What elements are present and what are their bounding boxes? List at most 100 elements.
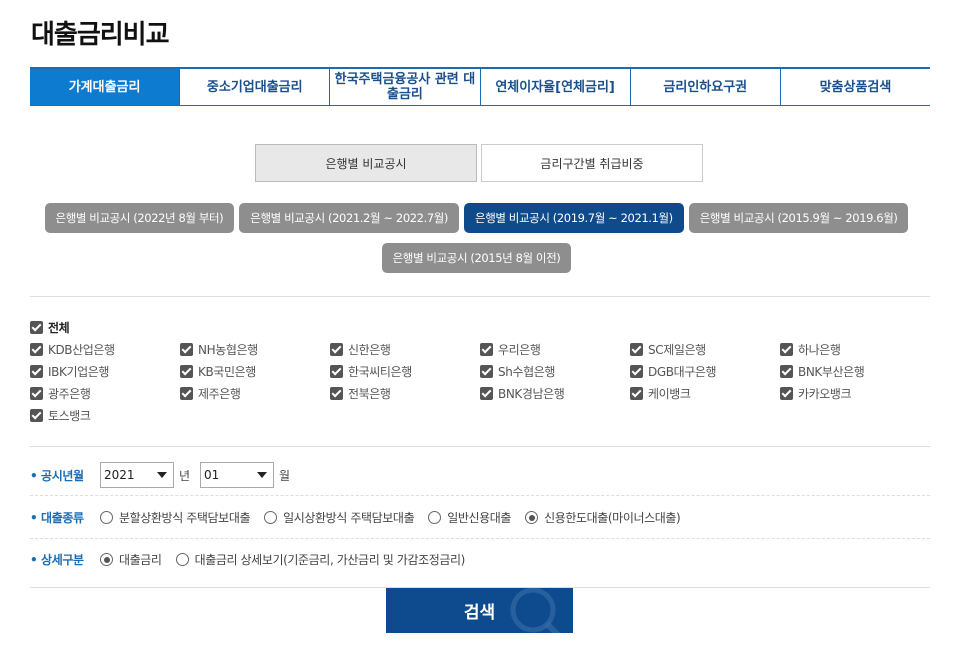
checkbox-checked-icon[interactable] xyxy=(480,343,493,356)
bank-name: 케이뱅크 xyxy=(648,387,691,401)
year-select-value: 2021 xyxy=(104,468,135,482)
checkbox-checked-icon[interactable] xyxy=(780,365,793,378)
chevron-down-icon xyxy=(157,472,167,478)
bank-checkbox[interactable]: 우리은행 xyxy=(480,341,630,358)
tab-overdue-rate[interactable]: 연체이자율[연체금리] xyxy=(479,69,630,105)
checkbox-checked-icon[interactable] xyxy=(780,387,793,400)
period-button[interactable]: 은행별 비교공시 (2015년 8월 이전) xyxy=(381,243,572,273)
checkbox-checked-icon[interactable] xyxy=(480,387,493,400)
bank-checkbox[interactable]: KB국민은행 xyxy=(180,363,330,380)
check-all-banks[interactable]: 전체 xyxy=(30,319,70,336)
bank-checkbox[interactable]: 광주은행 xyxy=(30,385,180,402)
bank-checkbox[interactable]: 하나은행 xyxy=(780,341,930,358)
tab-hf-loan[interactable]: 한국주택금융공사 관련 대출금리 xyxy=(329,69,479,105)
bank-name: KDB산업은행 xyxy=(48,343,115,357)
period-button-row: 은행별 비교공시 (2022년 8월 부터) 은행별 비교공시 (2021.2월… xyxy=(0,203,953,233)
row-divider xyxy=(30,495,930,496)
radio-label: 대출금리 xyxy=(119,553,162,567)
bank-checkbox[interactable]: BNK부산은행 xyxy=(780,363,930,380)
bank-name: 전북은행 xyxy=(348,387,391,401)
radio-label: 일반신용대출 xyxy=(447,511,512,525)
bank-checkbox[interactable]: 신한은행 xyxy=(330,341,480,358)
checkbox-checked-icon[interactable] xyxy=(780,343,793,356)
sub-tab-rate-range-share[interactable]: 금리구간별 취급비중 xyxy=(481,144,703,182)
checkbox-checked-icon[interactable] xyxy=(480,365,493,378)
radio-selected-icon[interactable] xyxy=(525,511,539,524)
checkbox-checked-icon[interactable] xyxy=(30,387,43,400)
checkbox-checked-icon[interactable] xyxy=(630,343,643,356)
sub-tab-bank-comparison[interactable]: 은행별 비교공시 xyxy=(255,144,477,182)
checkbox-checked-icon[interactable] xyxy=(180,343,193,356)
bank-checkbox[interactable]: IBK기업은행 xyxy=(30,363,180,380)
search-button-label: 검색 xyxy=(463,603,496,623)
month-select[interactable]: 01 xyxy=(200,462,275,488)
bank-name: 카카오뱅크 xyxy=(798,387,852,401)
bank-name: BNK경남은행 xyxy=(498,387,565,401)
radio-credit-line[interactable]: 신용한도대출(마이너스대출) xyxy=(525,509,681,526)
radio-icon[interactable] xyxy=(428,511,442,524)
check-all-label: 전체 xyxy=(48,321,70,335)
checkbox-checked-icon[interactable] xyxy=(630,387,643,400)
bank-name: 신한은행 xyxy=(348,343,391,357)
month-select-value: 01 xyxy=(204,468,220,482)
radio-label: 신용한도대출(마이너스대출) xyxy=(544,511,681,525)
tab-sme-loan[interactable]: 중소기업대출금리 xyxy=(179,69,329,105)
bank-name: 하나은행 xyxy=(798,343,841,357)
checkbox-checked-icon[interactable] xyxy=(30,365,43,378)
year-select[interactable]: 2021 xyxy=(100,462,174,488)
radio-label: 분할상환방식 주택담보대출 xyxy=(119,511,251,525)
radio-selected-icon[interactable] xyxy=(100,553,113,566)
checkbox-checked-icon[interactable] xyxy=(330,343,343,356)
tab-household-loan[interactable]: 가계대출금리 xyxy=(30,69,180,105)
bank-checkbox[interactable]: 카카오뱅크 xyxy=(780,385,930,402)
bank-checkbox[interactable]: KDB산업은행 xyxy=(30,341,180,358)
bank-checkbox-grid: KDB산업은행 NH농협은행 신한은행 우리은행 SC제일은행 하나은행 IBK기업은행 KB… xyxy=(30,341,930,424)
tab-rate-cut-request[interactable]: 금리인하요구권 xyxy=(629,69,780,105)
radio-general-credit[interactable]: 일반신용대출 xyxy=(428,509,511,526)
bank-name: 제주은행 xyxy=(198,387,241,401)
year-unit-label: 년 xyxy=(179,468,191,483)
bank-name: 우리은행 xyxy=(498,343,541,357)
radio-icon[interactable] xyxy=(264,511,278,524)
bank-checkbox[interactable]: 제주은행 xyxy=(180,385,330,402)
sub-tab-bar: 은행별 비교공시 금리구간별 취급비중 xyxy=(255,144,703,182)
checkbox-checked-icon[interactable] xyxy=(30,409,43,422)
radio-loan-rate[interactable]: 대출금리 xyxy=(100,551,162,568)
bank-checkbox[interactable]: BNK경남은행 xyxy=(480,385,630,402)
search-button[interactable]: 검색 xyxy=(386,588,573,633)
bank-checkbox[interactable]: 토스뱅크 xyxy=(30,407,180,424)
bank-checkbox[interactable]: NH농협은행 xyxy=(180,341,330,358)
period-button[interactable]: 은행별 비교공시 (2015.9월 ~ 2019.6월) xyxy=(688,203,909,233)
bank-checkbox[interactable]: Sh수협은행 xyxy=(480,363,630,380)
period-button[interactable]: 은행별 비교공시 (2022년 8월 부터) xyxy=(44,203,235,233)
bank-checkbox[interactable]: SC제일은행 xyxy=(630,341,780,358)
radio-label: 일시상환방식 주택담보대출 xyxy=(283,511,415,525)
bank-name: NH농협은행 xyxy=(198,343,258,357)
radio-loan-rate-detail[interactable]: 대출금리 상세보기(기준금리, 가산금리 및 가감조정금리) xyxy=(175,551,465,568)
checkbox-checked-icon[interactable] xyxy=(30,321,43,334)
bank-checkbox[interactable]: 케이뱅크 xyxy=(630,385,780,402)
period-button-selected[interactable]: 은행별 비교공시 (2019.7월 ~ 2021.1월) xyxy=(464,203,684,233)
bank-checkbox[interactable]: 전북은행 xyxy=(330,385,480,402)
radio-installment-mortgage[interactable]: 분할상환방식 주택담보대출 xyxy=(100,509,251,526)
month-unit-label: 월 xyxy=(279,468,291,483)
radio-icon[interactable] xyxy=(100,511,113,524)
bank-checkbox[interactable]: 한국씨티은행 xyxy=(330,363,480,380)
checkbox-checked-icon[interactable] xyxy=(630,365,643,378)
magnifier-icon xyxy=(510,588,561,633)
row-divider xyxy=(30,538,930,539)
checkbox-checked-icon[interactable] xyxy=(30,343,43,356)
radio-bullet-mortgage[interactable]: 일시상환방식 주택담보대출 xyxy=(264,509,415,526)
section-divider xyxy=(30,446,930,447)
radio-icon[interactable] xyxy=(175,553,189,566)
bank-name: 한국씨티은행 xyxy=(348,365,412,379)
bank-checkbox[interactable]: DGB대구은행 xyxy=(630,363,780,380)
checkbox-checked-icon[interactable] xyxy=(330,365,343,378)
bank-name: DGB대구은행 xyxy=(648,365,717,379)
tab-custom-product-search[interactable]: 맞춤상품검색 xyxy=(779,69,930,105)
checkbox-checked-icon[interactable] xyxy=(180,387,193,400)
checkbox-checked-icon[interactable] xyxy=(330,387,343,400)
period-filter-row: • 공시년월 2021 년 01 월 xyxy=(30,462,930,488)
period-button[interactable]: 은행별 비교공시 (2021.2월 ~ 2022.7월) xyxy=(239,203,460,233)
checkbox-checked-icon[interactable] xyxy=(180,365,193,378)
